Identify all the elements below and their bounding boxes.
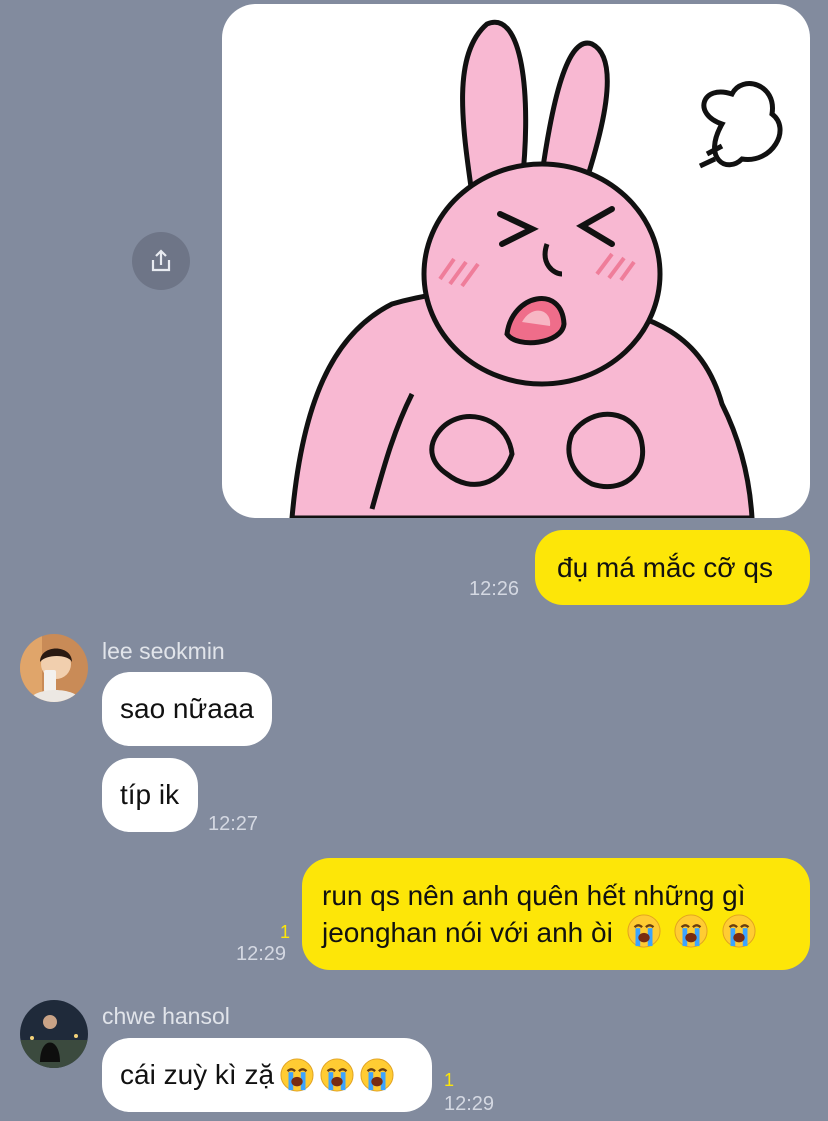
outgoing-message[interactable]: đụ má mắc cỡ qs	[535, 530, 810, 605]
loudly-crying-face-icon	[722, 913, 756, 948]
sender-name: chwe hansol	[102, 1003, 230, 1029]
loudly-crying-face-icon	[280, 1058, 314, 1092]
read-count: 1	[280, 922, 291, 942]
message-text: sao nữaaa	[120, 693, 254, 724]
message-line: run qs nên anh quên hết những gì	[322, 879, 746, 911]
avatar-photo-icon	[20, 634, 88, 702]
incoming-message[interactable]: cái zuỳ kì zặ	[102, 1038, 432, 1112]
message-line: jeonghan nói với anh òi	[322, 916, 613, 948]
loudly-crying-face-icon	[627, 913, 661, 948]
avatar-chwe-hansol[interactable]	[20, 1000, 88, 1068]
message-time: 12:29	[236, 943, 287, 965]
bunny-sticker[interactable]	[222, 4, 810, 518]
message-text: típ ik	[120, 779, 180, 810]
outgoing-message[interactable]: run qs nên anh quên hết những gì jeongha…	[302, 858, 810, 970]
message-time: 12:29	[444, 1093, 495, 1115]
incoming-message[interactable]: sao nữaaa	[102, 672, 272, 746]
loudly-crying-face-icon	[320, 1058, 354, 1092]
share-button[interactable]	[132, 232, 190, 290]
read-count: 1	[444, 1070, 455, 1090]
share-icon	[151, 249, 171, 272]
loudly-crying-face-icon	[360, 1058, 394, 1092]
sender-name: lee seokmin	[102, 638, 225, 664]
message-time: 12:26	[469, 578, 520, 600]
avatar-lee-seokmin[interactable]	[20, 634, 88, 702]
avatar-photo-icon	[20, 1000, 88, 1068]
loudly-crying-face-icon	[674, 913, 708, 948]
message-time: 12:27	[208, 813, 259, 835]
message-line-with-emoji: jeonghan nói với anh òi	[322, 913, 756, 951]
angry-bunny-sticker-icon	[289, 19, 783, 518]
message-text: đụ má mắc cỡ qs	[557, 551, 773, 583]
message-text: cái zuỳ kì zặ	[120, 1059, 275, 1090]
incoming-message[interactable]: típ ik	[102, 758, 198, 832]
